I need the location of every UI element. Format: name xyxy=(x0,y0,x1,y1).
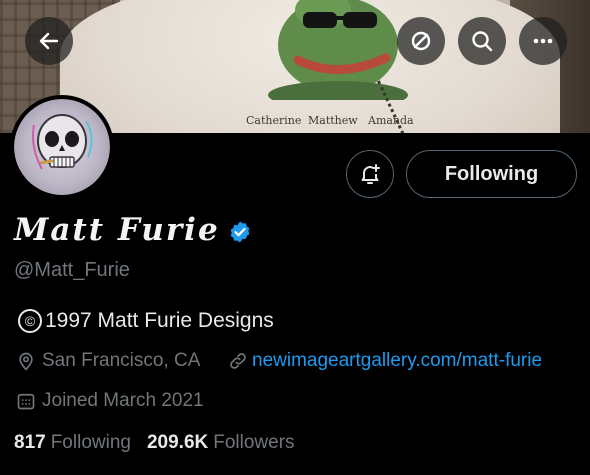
more-icon xyxy=(533,38,553,44)
followers-label[interactable]: Followers xyxy=(213,432,294,454)
location-text: San Francisco, CA xyxy=(42,350,201,371)
avatar[interactable] xyxy=(10,95,114,199)
verified-badge-icon[interactable] xyxy=(228,220,252,244)
calendar-icon xyxy=(17,393,35,410)
link-icon xyxy=(230,353,246,369)
slashed-circle-icon xyxy=(411,31,431,51)
following-button[interactable]: Following xyxy=(406,150,577,198)
joined-row: Joined March 2021 xyxy=(16,390,204,412)
banner-name: Matthew xyxy=(308,114,358,127)
website-link[interactable]: newimageartgallery.com/matt-furie xyxy=(252,350,542,372)
followers-count[interactable]: 209.6K xyxy=(147,432,208,454)
bell-plus-icon xyxy=(361,164,380,184)
banner-name: Catherine xyxy=(246,114,302,127)
skull-avatar-icon xyxy=(32,114,93,170)
copyright-icon: © xyxy=(18,309,42,333)
location-row: San Francisco, CA xyxy=(16,350,200,372)
follow-stats: 817 Following 209.6K Followers xyxy=(14,432,295,454)
search-button[interactable] xyxy=(458,17,506,65)
following-count[interactable]: 817 xyxy=(14,432,46,454)
following-label[interactable]: Following xyxy=(51,432,131,454)
avatar-image xyxy=(14,99,110,195)
location-pin-icon xyxy=(19,352,33,371)
joined-text: Joined March 2021 xyxy=(42,390,204,411)
back-button[interactable] xyxy=(25,17,73,65)
banner-name: Amanda xyxy=(368,114,414,127)
mute-button[interactable] xyxy=(397,17,445,65)
bio-text: 1997 Matt Furie Designs xyxy=(45,309,274,332)
bio: © 1997 Matt Furie Designs xyxy=(14,309,274,333)
display-name: Matt Furie xyxy=(14,212,220,248)
notifications-button[interactable] xyxy=(346,150,394,198)
more-button[interactable] xyxy=(519,17,567,65)
arrow-left-icon xyxy=(39,32,59,50)
search-icon xyxy=(472,31,493,52)
website-row[interactable]: newimageartgallery.com/matt-furie xyxy=(228,350,542,372)
username-handle: @Matt_Furie xyxy=(14,259,130,281)
